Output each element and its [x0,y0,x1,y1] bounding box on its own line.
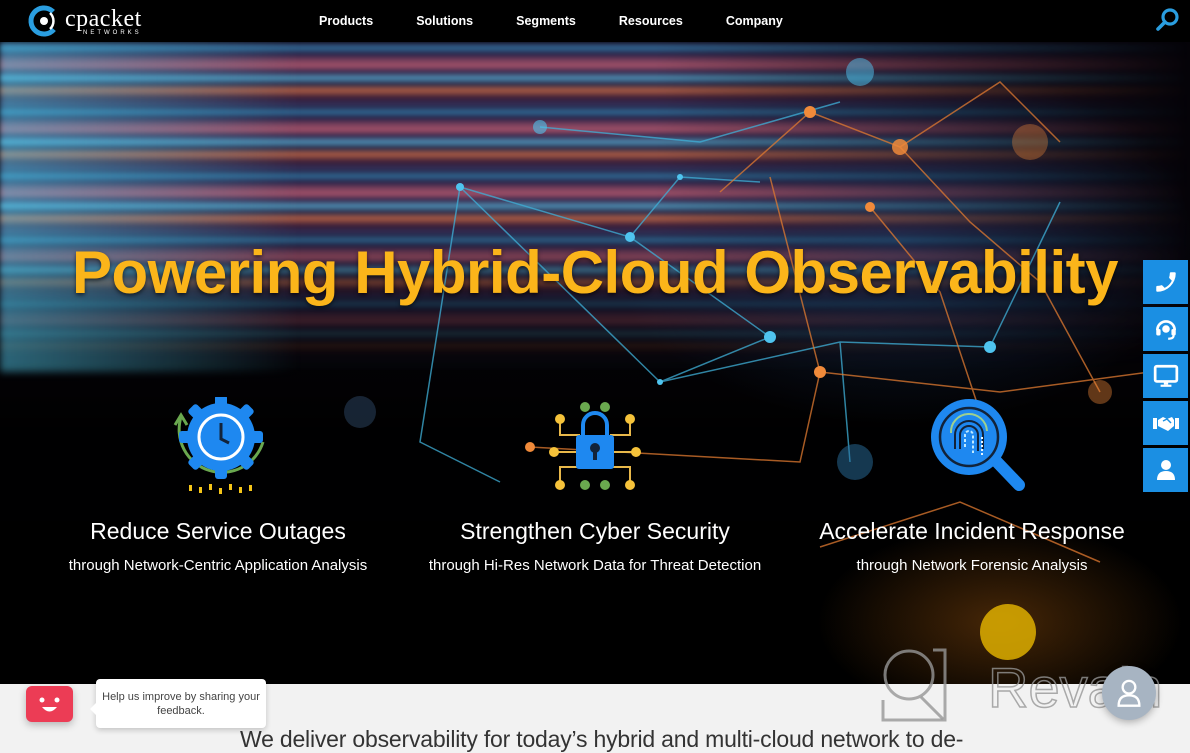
user-icon [1117,679,1141,707]
cpacket-logo[interactable]: cpacket NETWORKS [27,4,142,38]
feature-subtitle: through Network Forensic Analysis [856,557,1088,574]
contact-rail [1143,260,1188,495]
intro-text: We deliver observability for today’s hyb… [240,726,964,752]
hero-title: Powering Hybrid-Cloud Observability [72,239,1118,306]
feature-title: Strengthen Cyber Security [460,518,730,544]
feature-subtitle: through Network-Centric Application Anal… [68,557,368,574]
gear-clock-icon [173,395,265,494]
feedback-button[interactable] [26,686,73,722]
smiley-icon [39,697,60,712]
nav-company[interactable]: Company [726,14,783,28]
user-icon [1156,460,1175,480]
feature-title: Accelerate Incident Response [819,518,1125,544]
nav-resources[interactable]: Resources [619,14,683,28]
page: cpacket NETWORKS Products Solutions Segm… [0,0,1190,753]
feature-incident-response: Accelerate Incident Response through Net… [792,397,1152,574]
contact-account-button[interactable] [1143,448,1188,492]
chat-button[interactable] [1102,666,1156,720]
logo-subtitle: NETWORKS [83,29,142,36]
feature-cyber-security: Strengthen Cyber Security through Hi-Res… [415,397,775,574]
site-header: cpacket NETWORKS Products Solutions Segm… [0,0,1190,42]
feature-subtitle: through Hi-Res Network Data for Threat D… [428,557,762,574]
hero-network-graphic [344,58,1151,660]
nav-solutions[interactable]: Solutions [416,14,473,28]
feedback-message: Help us improve by sharing your feedback… [102,691,260,717]
headset-icon [1155,320,1176,340]
hero-section: Powering Hybrid-Cloud Observability Redu… [0,42,1190,684]
feedback-tooltip: Help us improve by sharing your feedback… [90,679,266,728]
monitor-icon [1153,364,1178,387]
search-icon[interactable] [1154,6,1182,34]
cpacket-logo-icon [28,5,60,37]
circuit-lock-icon [549,402,641,490]
feature-reduce-outages: Reduce Service Outages through Network-C… [38,395,398,574]
logo-name: cpacket [65,5,142,32]
contact-demo-button[interactable] [1143,354,1188,398]
fingerprint-magnifier-icon [931,399,1025,491]
contact-phone-button[interactable] [1143,260,1188,304]
main-nav: Products Solutions Segments Resources Co… [319,0,826,42]
contact-support-button[interactable] [1143,307,1188,351]
phone-icon [1155,272,1176,292]
handshake-icon [1152,417,1179,431]
nav-products[interactable]: Products [319,14,373,28]
feature-title: Reduce Service Outages [90,518,346,544]
nav-segments[interactable]: Segments [516,14,576,28]
contact-partner-button[interactable] [1143,401,1188,445]
